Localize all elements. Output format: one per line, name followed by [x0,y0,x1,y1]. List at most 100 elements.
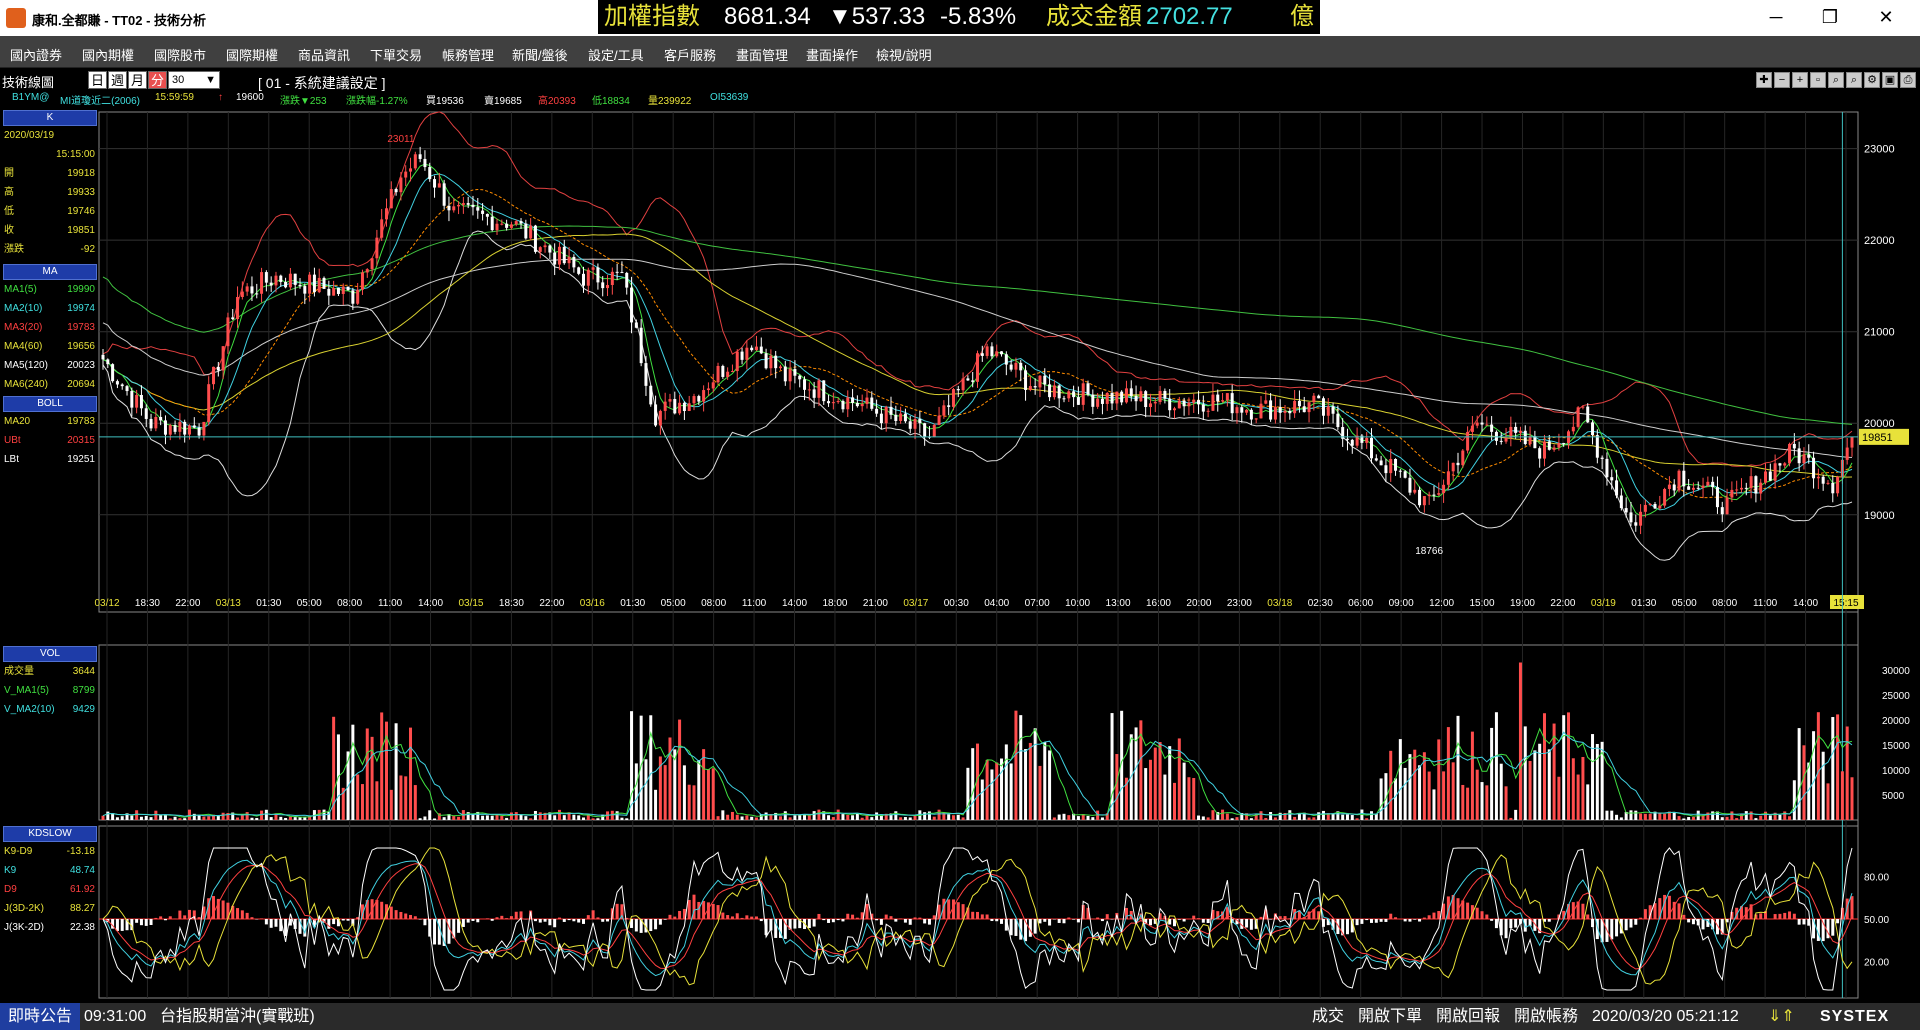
period-minute[interactable]: 分 [148,71,168,89]
crosshair-icon[interactable]: ✚ [1756,72,1772,88]
candle-body [1086,383,1090,395]
menu-item-2[interactable]: 國際股市 [154,45,206,64]
kd-bar [923,919,927,924]
period-day[interactable]: 日 [88,71,108,89]
menu-item-3[interactable]: 國際期權 [226,45,278,64]
trade-button[interactable]: 成交 [1312,1003,1344,1030]
candle-body [1413,489,1417,493]
volume-bar [1331,814,1335,820]
kd-bar [1384,919,1388,922]
save-icon[interactable]: ▣ [1882,72,1898,88]
volume-bar [1163,774,1167,820]
candle-body [1466,431,1470,451]
kd-bar [399,911,403,919]
candle-body [778,366,782,369]
candle-body [827,401,831,404]
close-icon[interactable]: ✕ [1872,6,1900,28]
open-order-button[interactable]: 開啟下單 [1358,1003,1422,1030]
candle-body [120,384,124,387]
candle-body [875,408,879,414]
candle-body [1764,471,1768,483]
kd-bar [495,917,499,919]
volume-tick-label: 25000 [1882,691,1910,702]
menu-item-4[interactable]: 商品資訊 [298,45,350,64]
volume-bar [961,817,965,820]
zoom-in-icon[interactable]: + [1792,72,1808,88]
candle-body [769,355,773,369]
interval-select[interactable]: 30 ▼ [168,71,220,89]
volume-bar [581,817,585,820]
candle-body [264,272,268,283]
menu-item-6[interactable]: 帳務管理 [442,45,494,64]
volume-bar [1725,816,1729,820]
menu-item-12[interactable]: 檢視/說明 [876,45,932,64]
candle-body [1456,462,1460,466]
candle-body [803,379,807,390]
menu-item-5[interactable]: 下單交易 [370,45,422,64]
candle-body [1177,400,1181,409]
menu-item-7[interactable]: 新聞/盤後 [512,45,568,64]
time-label: 06:00 [1348,598,1373,609]
menu-item-10[interactable]: 畫面管理 [736,45,788,64]
kd-bar [1629,919,1633,928]
settings-icon[interactable]: ⚙ [1864,72,1880,88]
announcement-label[interactable]: 即時公告 [0,1003,81,1030]
config-label[interactable]: [ 01 - 系統建議設定 ] [258,73,386,93]
candle-body [1028,386,1032,390]
candle-body [428,167,432,180]
candle-body [1240,407,1244,413]
kd-bar [389,906,393,919]
candle-body [1144,391,1148,408]
menu-item-8[interactable]: 設定/工具 [588,45,644,64]
shrink-icon[interactable]: ▫ [1810,72,1826,88]
candle-body [764,353,768,369]
price-chart[interactable]: 23000 22000 21000 20000 19000 03/12 18:30 22:00… [0,106,1920,1001]
candle-body [163,420,167,435]
kd-bar [879,919,883,925]
search-icon[interactable]: ⌕ [1828,72,1844,88]
open-report-button[interactable]: 開啟回報 [1436,1003,1500,1030]
menu-item-0[interactable]: 國內證券 [10,45,62,64]
volume-bar [1211,810,1215,820]
announcement-text[interactable]: 台指股期當沖(實戰班) [160,1003,315,1030]
candle-body [1504,437,1508,442]
volume-bar [903,817,907,820]
menu-item-11[interactable]: 畫面操作 [806,45,858,64]
volume-bar [1009,763,1013,820]
volume-bar [1514,809,1518,820]
price-tick-label: 21000 [1864,327,1895,339]
menu-item-9[interactable]: 客戶服務 [664,45,716,64]
time-label: 01:30 [1631,598,1656,609]
volume-bar [1840,771,1844,820]
print-icon[interactable]: ⎙ [1900,72,1916,88]
kd-bar [500,915,504,919]
volume-bar [284,817,288,820]
candle-body [995,351,999,357]
zoom-out-icon[interactable]: − [1774,72,1790,88]
volume-bar [971,748,975,820]
candle-body [298,284,302,287]
kd-bar [1403,919,1407,922]
kd-bar [956,902,960,919]
volume-bar [817,809,821,820]
volume-bar [1691,816,1695,820]
period-month[interactable]: 月 [128,71,148,89]
minimize-icon[interactable]: ─ [1762,6,1790,28]
candle-body [413,154,417,169]
magnify-icon[interactable]: ⌕ [1846,72,1862,88]
candle-body [1451,462,1455,472]
kd-bar [884,914,888,919]
candle-body [606,284,610,289]
menu-item-1[interactable]: 國內期權 [82,45,134,64]
open-account-button[interactable]: 開啟帳務 [1514,1003,1578,1030]
volume-bar [106,811,110,820]
period-week[interactable]: 週 [108,71,128,89]
candle-body [437,183,441,188]
volume-bar [1206,817,1210,820]
chart-toolbar: 技術線圖 日 週 月 分 30 ▼ [ 01 - 系統建議設定 ] ✚ − + ▫… [0,70,1920,92]
volume-bar [644,759,648,820]
volume-bar [404,776,408,820]
kd-bar [1639,917,1643,919]
maximize-icon[interactable]: ❐ [1816,6,1844,28]
candle-body [1778,463,1782,466]
